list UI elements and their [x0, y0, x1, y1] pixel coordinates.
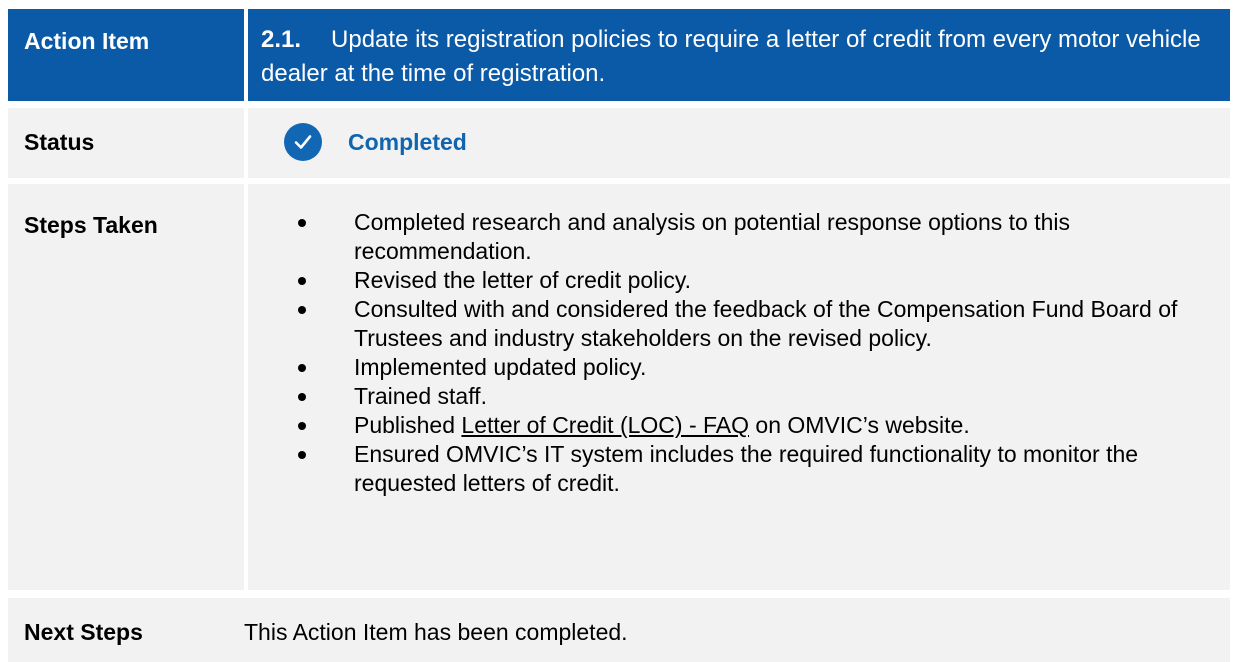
- next-steps-label: Next Steps: [8, 598, 244, 662]
- steps-taken-value: Completed research and analysis on poten…: [248, 184, 1230, 590]
- loc-faq-link[interactable]: Letter of Credit (LOC) - FAQ: [461, 412, 749, 438]
- action-item-label: Action Item: [8, 9, 244, 101]
- status-value: Completed: [248, 108, 1230, 178]
- list-item: Consulted with and considered the feedba…: [298, 295, 1218, 353]
- steps-taken-label: Steps Taken: [8, 184, 244, 590]
- list-item: Published Letter of Credit (LOC) - FAQ o…: [298, 411, 1218, 440]
- list-item-text: Ensured OMVIC’s IT system includes the r…: [354, 441, 1139, 496]
- bullet-icon: [298, 277, 306, 285]
- bullet-icon: [298, 451, 306, 459]
- action-item-value: 2.1. Update its registration policies to …: [248, 9, 1230, 101]
- action-item-number: 2.1.: [261, 26, 302, 53]
- action-item-row: Action Item 2.1. Update its registration …: [8, 9, 1230, 101]
- action-item-text: Update its registration policies to requ…: [261, 26, 1201, 87]
- list-item-text: Implemented updated policy.: [354, 354, 647, 380]
- list-item: Ensured OMVIC’s IT system includes the r…: [298, 440, 1218, 498]
- status-text: Completed: [348, 128, 467, 155]
- list-item-text: Consulted with and considered the feedba…: [354, 296, 1178, 351]
- bullet-icon: [298, 364, 306, 372]
- list-item-text: Revised the letter of credit policy.: [354, 267, 692, 293]
- list-item: Revised the letter of credit policy.: [298, 266, 1218, 295]
- next-steps-value: This Action Item has been completed.: [244, 598, 1230, 662]
- bullet-icon: [298, 393, 306, 401]
- check-circle-icon: [284, 123, 322, 161]
- status-row: Status Completed: [8, 108, 1230, 178]
- bullet-icon: [298, 422, 306, 430]
- list-item: Implemented updated policy.: [298, 353, 1218, 382]
- status-label: Status: [8, 108, 244, 178]
- list-item: Completed research and analysis on poten…: [298, 208, 1218, 266]
- steps-list: Completed research and analysis on poten…: [298, 208, 1218, 498]
- next-steps-row: Next Steps This Action Item has been com…: [8, 598, 1230, 662]
- list-item-text: Published: [354, 412, 462, 438]
- bullet-icon: [298, 306, 306, 314]
- list-item-text: Trained staff.: [354, 383, 487, 409]
- list-item-text: Completed research and analysis on poten…: [354, 209, 1070, 264]
- list-item-text: on OMVIC’s website.: [749, 412, 970, 438]
- bullet-icon: [298, 219, 306, 227]
- status-badge: Completed: [278, 116, 467, 168]
- list-item: Trained staff.: [298, 382, 1218, 411]
- steps-taken-row: Steps Taken Completed research and analy…: [8, 184, 1230, 590]
